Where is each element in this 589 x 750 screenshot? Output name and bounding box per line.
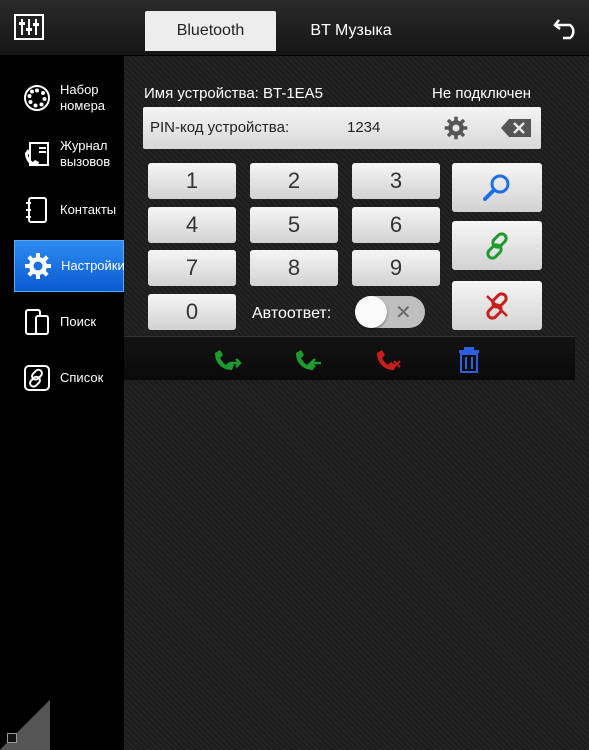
sidebar-item-contacts[interactable]: Контакты (14, 184, 124, 236)
search-button[interactable] (452, 163, 542, 212)
sidebar-item-dial[interactable]: Набор номера (14, 72, 124, 124)
autoanswer-toggle[interactable]: ✕ (355, 296, 425, 328)
gear-icon[interactable] (443, 115, 469, 141)
key-9[interactable]: 9 (352, 250, 440, 286)
toggle-knob (355, 296, 387, 328)
connect-link-icon (486, 231, 508, 260)
call-log-icon (25, 142, 49, 167)
sidebar-item-call-log[interactable]: Журнал вызовов (14, 128, 124, 180)
incoming-call-icon[interactable] (293, 345, 323, 373)
back-icon[interactable] (553, 14, 581, 40)
tab-bt-music[interactable]: BT Музыка (286, 11, 416, 51)
key-2[interactable]: 2 (250, 163, 338, 199)
device-name: Имя устройства: BT-1EA5 (144, 85, 324, 102)
sidebar-item-search[interactable]: Поиск (14, 296, 124, 348)
pin-value: 1234 (347, 119, 381, 136)
equalizer-icon[interactable] (14, 14, 44, 40)
sidebar-item-label: Поиск (60, 314, 97, 329)
tab-bluetooth[interactable]: Bluetooth (145, 11, 276, 51)
dial-icon (24, 85, 50, 111)
sidebar-item-settings[interactable]: Настройки (14, 240, 125, 292)
disconnect-link-icon (486, 291, 508, 320)
sidebar-item-list[interactable]: Список (14, 352, 124, 404)
key-8[interactable]: 8 (250, 250, 338, 286)
disconnect-button[interactable] (452, 281, 542, 330)
contacts-icon (26, 197, 47, 223)
phone-search-icon (25, 309, 49, 335)
call-history-bar (124, 336, 575, 380)
settings-panel (124, 56, 589, 750)
autoanswer-label: Автоответ: (252, 305, 332, 322)
key-7[interactable]: 7 (148, 250, 236, 286)
key-3[interactable]: 3 (352, 163, 440, 199)
link-list-icon (24, 365, 50, 391)
sidebar-item-label: Контакты (60, 202, 117, 217)
close-icon: ✕ (395, 302, 412, 324)
key-5[interactable]: 5 (250, 207, 338, 243)
square-icon (7, 733, 17, 743)
backspace-icon[interactable] (500, 118, 532, 138)
sidebar-item-label: Журнал вызовов (60, 138, 111, 169)
sidebar-item-label: Набор номера (60, 82, 106, 113)
key-6[interactable]: 6 (352, 207, 440, 243)
search-icon (483, 174, 510, 201)
connection-status: Не подключен (432, 85, 532, 102)
top-bar: Bluetooth BT Музыка (0, 0, 589, 56)
sidebar: Набор номера Журнал вызовов Контакты Нас… (0, 56, 125, 750)
sidebar-item-label: Настройки (61, 258, 125, 273)
outgoing-call-icon[interactable] (212, 345, 242, 373)
pin-label: PIN-код устройства: (150, 119, 290, 136)
key-4[interactable]: 4 (148, 207, 236, 243)
key-1[interactable]: 1 (148, 163, 236, 199)
gear-icon (25, 253, 51, 279)
key-0[interactable]: 0 (148, 294, 236, 330)
trash-icon[interactable] (454, 345, 484, 373)
connect-button[interactable] (452, 221, 542, 270)
corner-handle[interactable] (0, 700, 50, 750)
missed-call-icon[interactable] (374, 345, 404, 373)
sidebar-item-label: Список (60, 370, 104, 385)
pin-field[interactable]: PIN-код устройства: 1234 (143, 107, 541, 149)
